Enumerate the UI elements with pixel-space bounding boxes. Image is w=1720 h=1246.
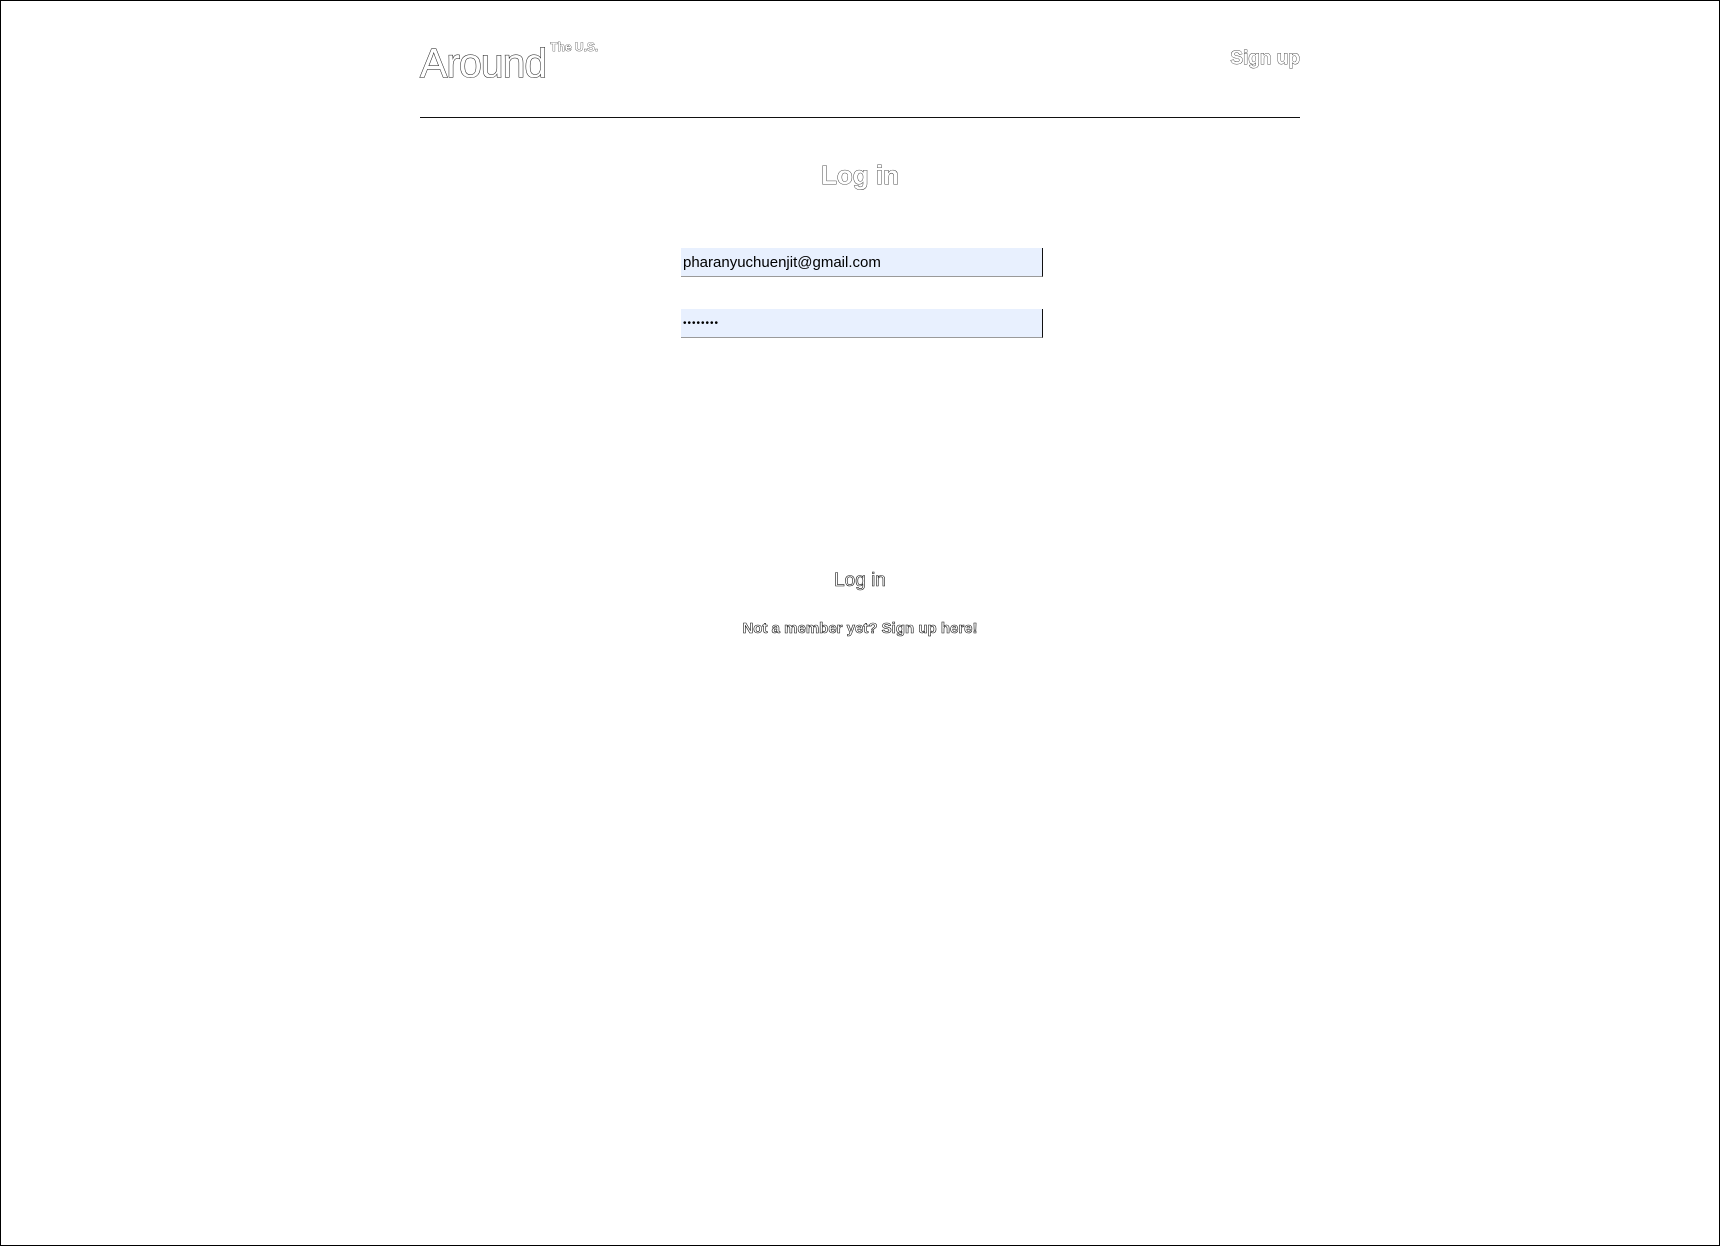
password-field[interactable]	[681, 309, 1043, 338]
logo[interactable]: Around The U.S.	[419, 38, 599, 88]
logo-superscript: The U.S.	[550, 40, 599, 55]
signup-prompt-link[interactable]: Not a member yet? Sign up here!	[0, 619, 1720, 639]
page-title: Log in	[821, 160, 900, 191]
login-submit-button[interactable]: Log in	[0, 569, 1720, 593]
site-header: Around The U.S. Sign up	[419, 38, 1300, 118]
signup-nav-link[interactable]: Sign up	[1230, 48, 1300, 70]
logo-text: Around	[419, 40, 547, 87]
email-field[interactable]	[681, 248, 1043, 277]
